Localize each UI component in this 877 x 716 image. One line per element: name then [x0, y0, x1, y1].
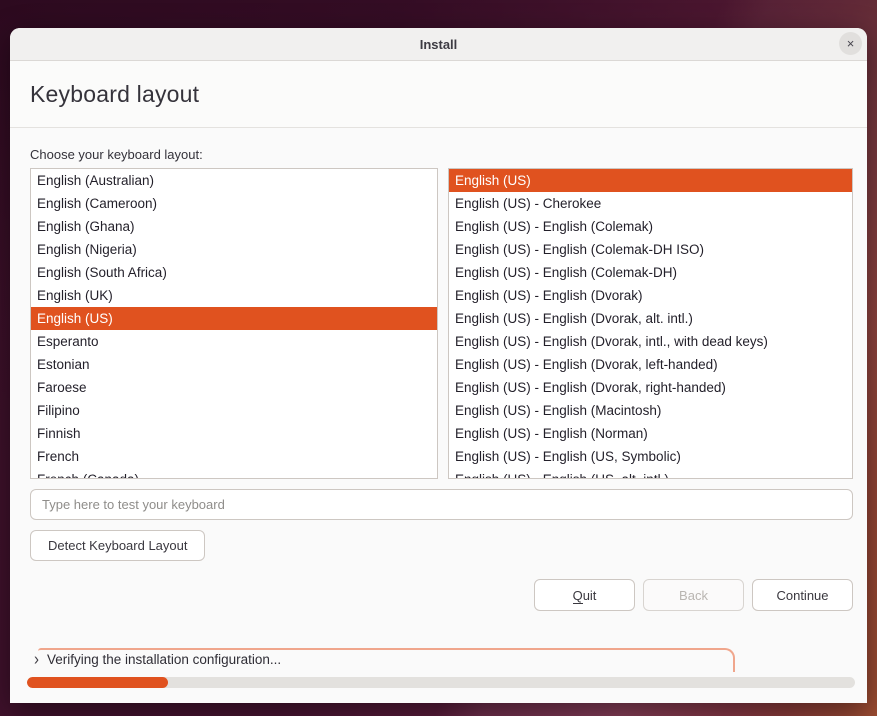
progress-bar-fill [27, 677, 168, 688]
detect-keyboard-layout-button[interactable]: Detect Keyboard Layout [30, 530, 205, 561]
close-icon: × [847, 37, 855, 50]
list-item[interactable]: English (US) - English (Colemak) [449, 215, 852, 238]
quit-rest: uit [583, 588, 597, 603]
desktop: { "window": { "title": "Install", "close… [0, 0, 877, 716]
list-item[interactable]: English (US) - English (US, alt. intl.) [449, 468, 852, 479]
back-button[interactable]: Back [643, 579, 744, 611]
list-item[interactable]: English (US) [31, 307, 437, 330]
list-item[interactable]: French (Canada) [31, 468, 437, 479]
list-item[interactable]: English (South Africa) [31, 261, 437, 284]
keyboard-lists: English (Australian)English (Cameroon)En… [30, 168, 853, 479]
expander-chevron-icon: › [34, 651, 39, 668]
list-item[interactable]: Estonian [31, 353, 437, 376]
list-item[interactable]: English (Ghana) [31, 215, 437, 238]
variant-list[interactable]: English (US)English (US) - CherokeeEngli… [448, 168, 853, 479]
list-item[interactable]: English (US) - English (Dvorak, left-han… [449, 353, 852, 376]
list-item[interactable]: Finnish [31, 422, 437, 445]
list-item[interactable]: English (UK) [31, 284, 437, 307]
list-item[interactable]: French [31, 445, 437, 468]
close-button[interactable]: × [839, 32, 862, 55]
list-item[interactable]: Esperanto [31, 330, 437, 353]
list-item[interactable]: Filipino [31, 399, 437, 422]
continue-button[interactable]: Continue [752, 579, 853, 611]
choose-layout-label: Choose your keyboard layout: [30, 147, 853, 162]
layout-list[interactable]: English (Australian)English (Cameroon)En… [30, 168, 438, 479]
status-frame: › Verifying the installation configurati… [38, 648, 735, 672]
list-item[interactable]: English (US) - English (Dvorak, alt. int… [449, 307, 852, 330]
list-item[interactable]: English (US) - English (Colemak-DH) [449, 261, 852, 284]
status-text: Verifying the installation configuration… [47, 652, 281, 667]
list-item[interactable]: English (US) - English (Dvorak) [449, 284, 852, 307]
list-item[interactable]: English (Nigeria) [31, 238, 437, 261]
keyboard-test-input[interactable] [30, 489, 853, 520]
content: Choose your keyboard layout: English (Au… [10, 128, 867, 703]
list-item[interactable]: English (US) - Cherokee [449, 192, 852, 215]
titlebar: Install × [10, 28, 867, 61]
list-item[interactable]: English (US) - English (Norman) [449, 422, 852, 445]
footer-buttons: Quit Back Continue [30, 579, 853, 611]
page-header: Keyboard layout [10, 61, 867, 128]
status-expander[interactable]: › Verifying the installation configurati… [34, 650, 733, 667]
window-title: Install [420, 37, 458, 52]
list-item[interactable]: English (US) - English (Colemak-DH ISO) [449, 238, 852, 261]
list-item[interactable]: Faroese [31, 376, 437, 399]
page-title: Keyboard layout [30, 81, 199, 108]
list-item[interactable]: English (US) [449, 169, 852, 192]
list-item[interactable]: English (Cameroon) [31, 192, 437, 215]
list-item[interactable]: English (US) - English (Macintosh) [449, 399, 852, 422]
quit-accel: Q [573, 588, 583, 604]
progress-bar [27, 677, 855, 688]
list-item[interactable]: English (Australian) [31, 169, 437, 192]
quit-button[interactable]: Quit [534, 579, 635, 611]
list-item[interactable]: English (US) - English (Dvorak, right-ha… [449, 376, 852, 399]
list-item[interactable]: English (US) - English (US, Symbolic) [449, 445, 852, 468]
list-item[interactable]: English (US) - English (Dvorak, intl., w… [449, 330, 852, 353]
installer-window: Install × Keyboard layout Choose your ke… [10, 28, 867, 703]
